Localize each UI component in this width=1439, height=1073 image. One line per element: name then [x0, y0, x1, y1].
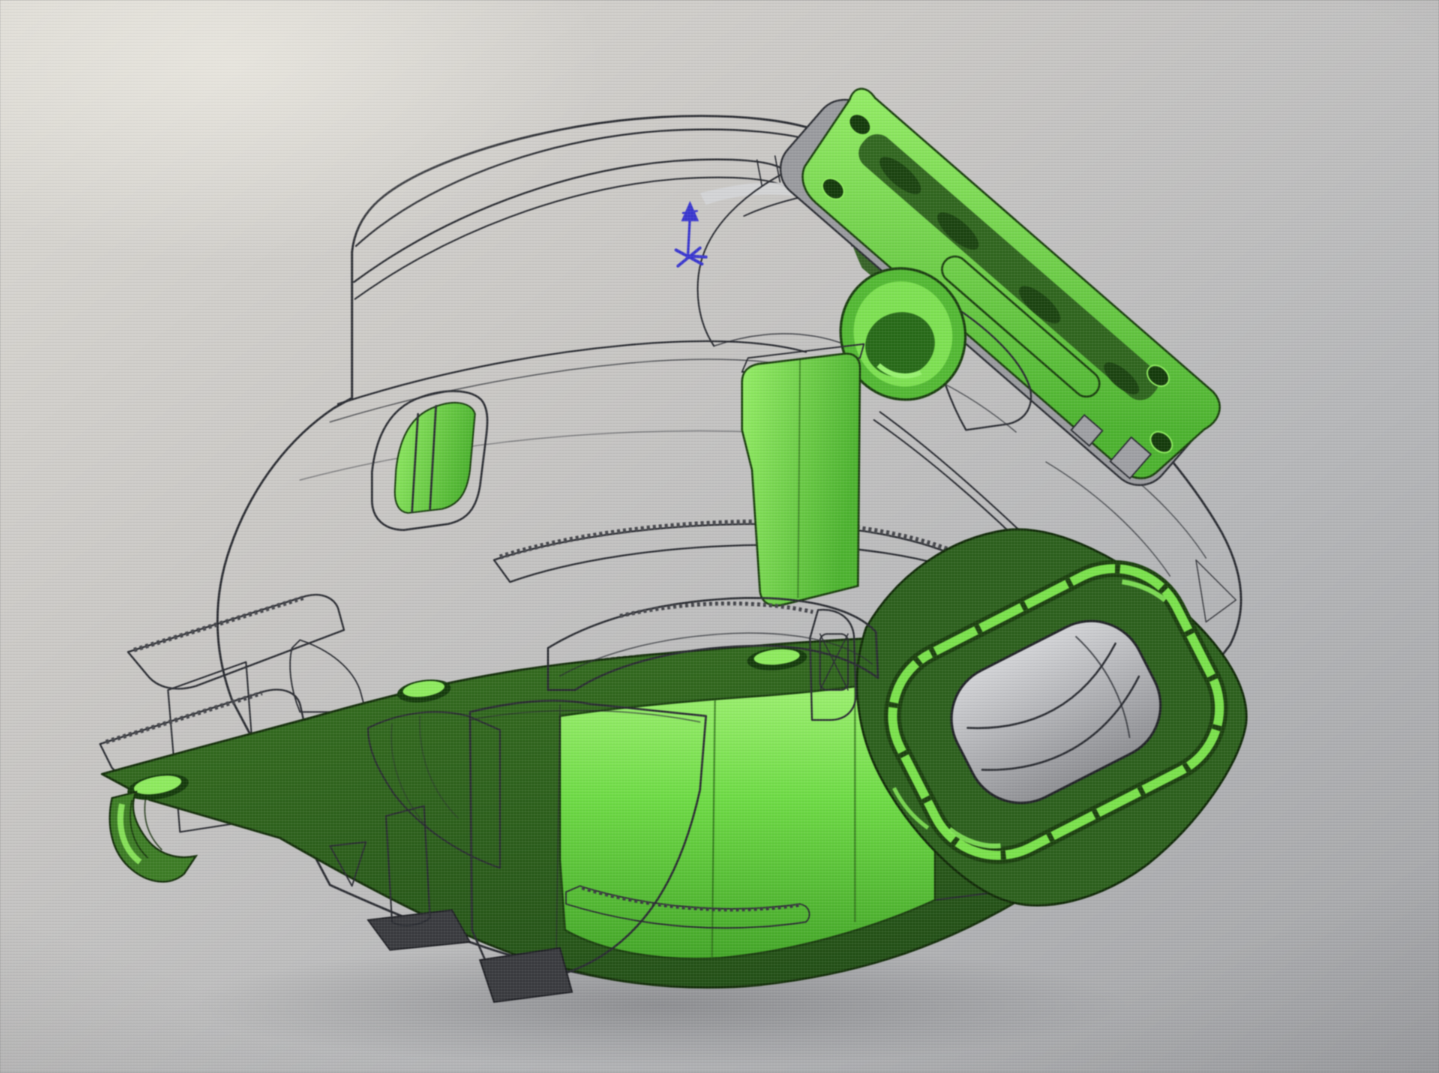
cad-viewport[interactable] — [0, 0, 1439, 1073]
cad-model-canvas — [0, 0, 1439, 1073]
transfer-port-boss[interactable] — [742, 344, 864, 606]
